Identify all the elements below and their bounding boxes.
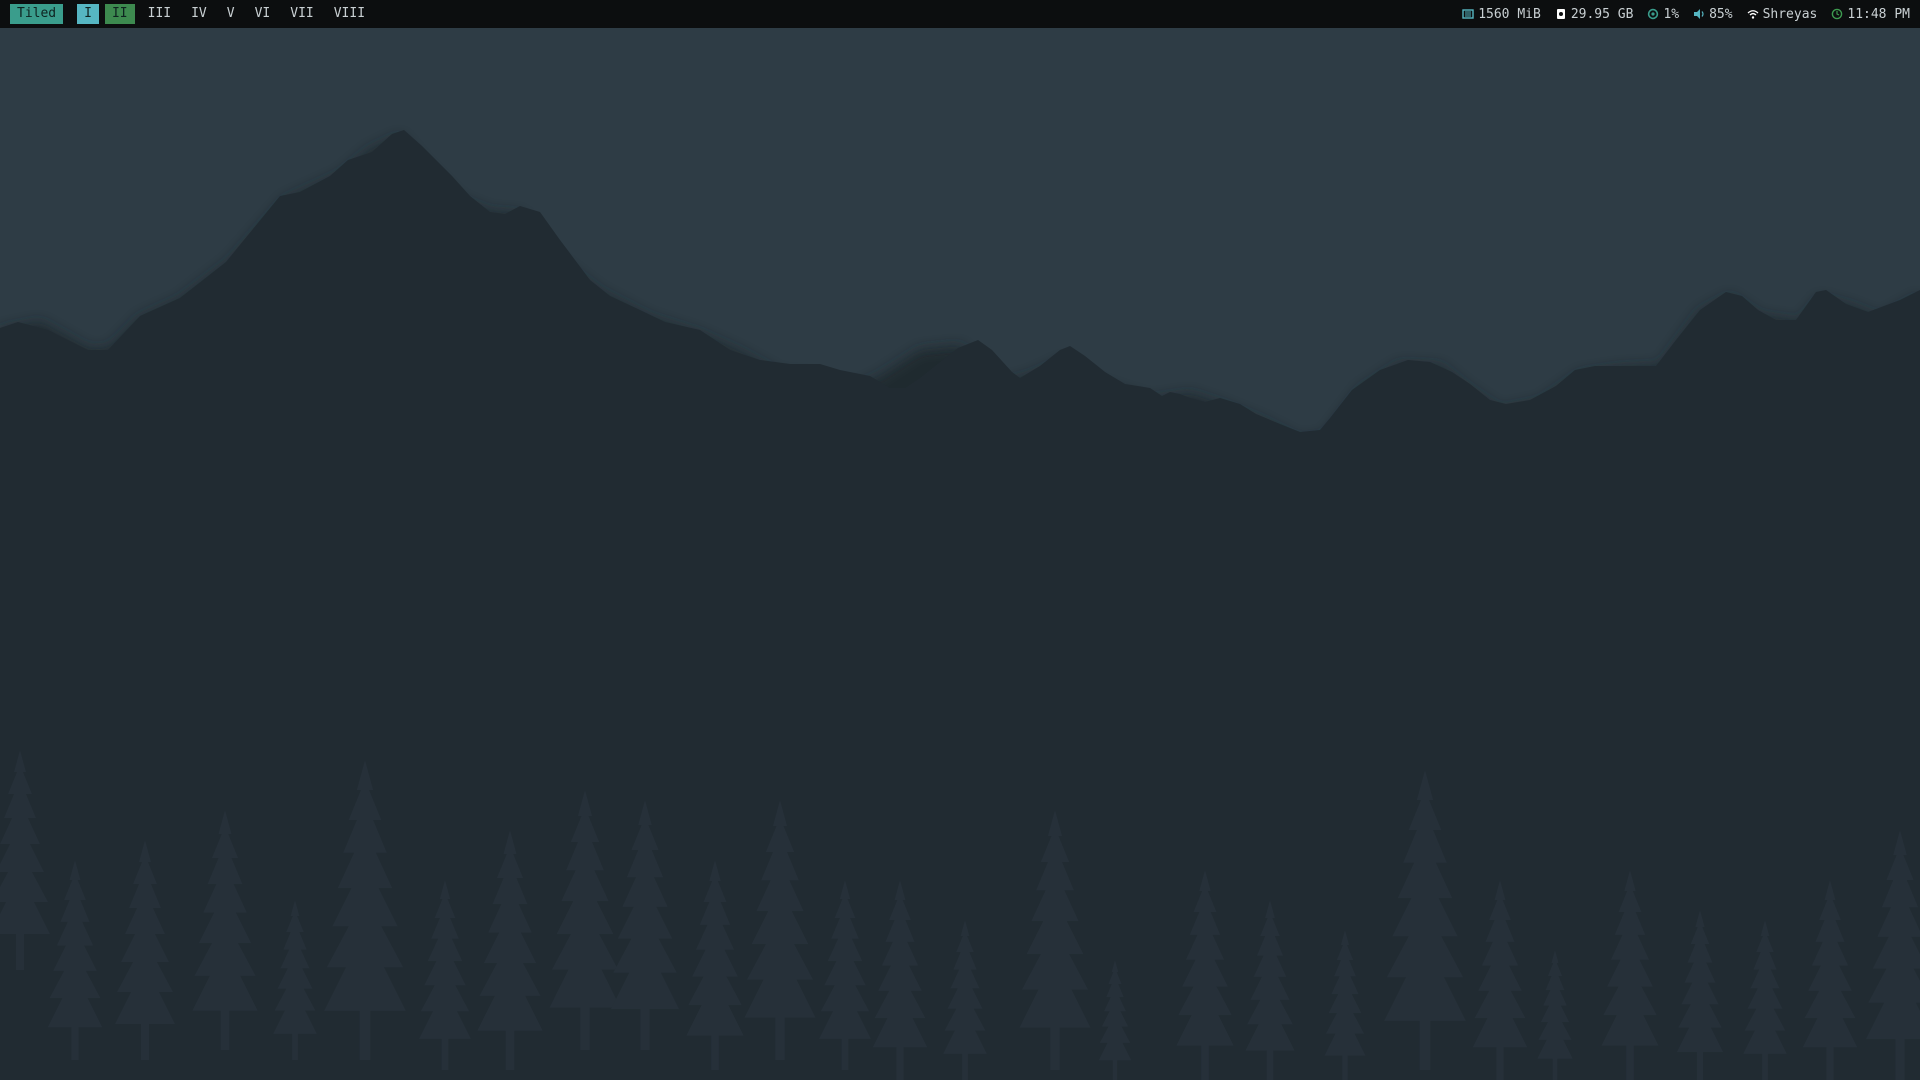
workspace-8[interactable]: VIII [327, 4, 372, 24]
disk-module[interactable]: 29.95 GB [1555, 6, 1634, 22]
workspace-5[interactable]: V [220, 4, 242, 24]
desktop-wallpaper [0, 0, 1920, 1080]
volume-icon [1694, 9, 1704, 19]
memory-value: 1560 MiB [1478, 6, 1541, 22]
network-value: Shreyas [1762, 6, 1818, 22]
workspace-4[interactable]: IV [184, 4, 214, 24]
memory-icon [1462, 9, 1474, 19]
memory-module[interactable]: 1560 MiB [1462, 7, 1541, 22]
workspace-3[interactable]: III [141, 4, 178, 24]
network-module[interactable]: Shreyas [1747, 6, 1818, 22]
status-bar-right: 1560 MiB 29.95 GB 1% 85% Shreyas 11:48 P… [1448, 0, 1920, 28]
layout-indicator[interactable]: Tiled [10, 4, 64, 24]
volume-module[interactable]: 85% [1693, 6, 1733, 22]
disk-icon [1556, 9, 1565, 19]
cpu-icon [1648, 8, 1659, 20]
workspace-6[interactable]: VI [248, 4, 278, 24]
disk-value: 29.95 GB [1570, 6, 1634, 22]
volume-value: 85% [1709, 6, 1733, 22]
status-bar-left: Tiled I II III IV V VI VII VIII [0, 0, 378, 28]
workspace-1[interactable]: I [77, 4, 99, 24]
clock-icon [1832, 8, 1843, 20]
workspace-7[interactable]: VII [283, 4, 320, 24]
clock-value: 11:48 PM [1847, 6, 1910, 22]
cpu-value: 1% [1663, 6, 1680, 22]
clock-module[interactable]: 11:48 PM [1831, 7, 1910, 22]
workspace-2[interactable]: II [104, 4, 135, 24]
cpu-module[interactable]: 1% [1647, 7, 1679, 22]
workspace-list: I II III IV V VI VII VIII [77, 4, 378, 24]
status-bar: Tiled I II III IV V VI VII VIII 1560 MiB [0, 0, 1920, 28]
wifi-icon [1747, 10, 1759, 19]
